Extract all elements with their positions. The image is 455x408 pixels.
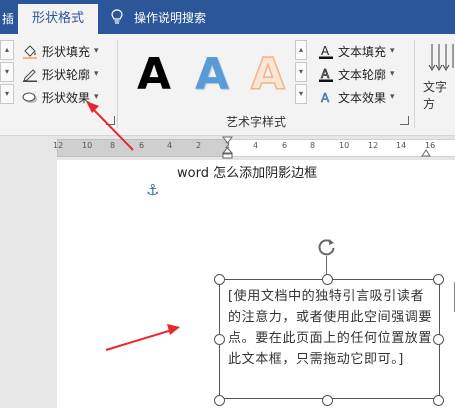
rotation-handle-line xyxy=(326,256,327,275)
lightbulb-icon xyxy=(111,9,123,24)
right-indent-marker[interactable] xyxy=(421,146,431,157)
ruler-tick-label: 12 xyxy=(53,141,64,150)
group-separator xyxy=(414,40,415,128)
wordart-style-black[interactable]: A xyxy=(130,46,178,104)
resize-handle-bottom-center[interactable] xyxy=(322,395,333,406)
group-separator xyxy=(117,40,118,128)
pencil-icon xyxy=(22,66,38,82)
chevron-down-icon: ▾ xyxy=(390,46,395,56)
chevron-down-icon: ▾ xyxy=(390,92,395,102)
ruler-tick-label: 4 xyxy=(253,141,259,150)
text-box-content[interactable]: [使用文档中的独特引言吸引读者的注意力，或者使用此空间强调要点。要在此页面上的任… xyxy=(228,286,434,370)
text-outline-icon: A xyxy=(318,66,334,82)
chevron-down-icon: ▾ xyxy=(94,46,99,56)
ruler-tick-label: 6 xyxy=(139,141,145,150)
anchor-icon[interactable]: ⚓ xyxy=(146,181,159,199)
wordart-style-blue[interactable]: A xyxy=(188,46,236,104)
ribbon-tab-bar: 插 形状格式 操作说明搜索 xyxy=(0,0,455,34)
document-heading: word 怎么添加阴影边框 xyxy=(177,166,318,181)
tell-me-label: 操作说明搜索 xyxy=(134,11,207,25)
ruler-tick-label: 10 xyxy=(339,141,350,150)
gallery-scroll-up[interactable]: ▴ xyxy=(0,40,14,60)
shape-effects-label: 形状效果 xyxy=(42,90,91,105)
tab-tell-me[interactable]: 操作说明搜索 xyxy=(110,9,206,26)
wordart-scroll-down[interactable]: ▾ xyxy=(295,62,307,82)
svg-text:A: A xyxy=(321,67,330,81)
text-outline-button[interactable]: A 文本轮廓 ▾ xyxy=(318,64,395,84)
chevron-down-icon: ▾ xyxy=(94,92,99,102)
ruler-tick-label: 12 xyxy=(368,141,379,150)
shape-styles-dialog-launcher[interactable] xyxy=(106,116,115,125)
resize-handle-middle-right[interactable] xyxy=(433,334,444,345)
resize-handle-middle-left[interactable] xyxy=(214,334,225,345)
ruler-tick-label: 10 xyxy=(82,141,93,150)
svg-text:A: A xyxy=(321,91,330,105)
gallery-more[interactable]: ▾ xyxy=(0,84,14,104)
resize-handle-top-left[interactable] xyxy=(214,274,225,285)
resize-handle-bottom-right[interactable] xyxy=(433,395,444,406)
text-outline-label: 文本轮廓 xyxy=(338,67,387,82)
paint-bucket-icon xyxy=(22,43,38,59)
wordart-scroll-up[interactable]: ▴ xyxy=(295,40,307,60)
shape-outline-button[interactable]: 形状轮廓 ▾ xyxy=(22,64,99,84)
chevron-down-icon: ▾ xyxy=(94,69,99,79)
text-effects-button[interactable]: A 文本效果 ▾ xyxy=(318,87,395,107)
ruler-tick-label: 8 xyxy=(110,141,116,150)
shape-effects-button[interactable]: 形状效果 ▾ xyxy=(22,87,99,107)
shape-effects-icon xyxy=(22,89,38,105)
text-direction-button[interactable]: 文字方 xyxy=(423,78,455,112)
wordart-more[interactable]: ▾ xyxy=(295,84,307,104)
shape-fill-button[interactable]: 形状填充 ▾ xyxy=(22,41,99,61)
shape-outline-label: 形状轮廓 xyxy=(42,67,91,82)
text-fill-button[interactable]: A 文本填充 ▾ xyxy=(318,41,395,61)
tab-insert[interactable]: 插 xyxy=(2,10,14,27)
resize-handle-bottom-left[interactable] xyxy=(214,395,225,406)
tab-shape-format[interactable]: 形状格式 xyxy=(18,4,98,34)
rotate-icon[interactable] xyxy=(317,237,337,257)
resize-handle-top-center[interactable] xyxy=(322,274,333,285)
text-effects-label: 文本效果 xyxy=(338,90,387,105)
text-direction-icon xyxy=(428,42,455,74)
wordart-style-orange[interactable]: A xyxy=(244,46,292,104)
gallery-scroll-down[interactable]: ▾ xyxy=(0,62,14,82)
ruler-tick-label: 4 xyxy=(167,141,173,150)
ruler-tick-label: 2 xyxy=(196,141,202,150)
text-fill-label: 文本填充 xyxy=(338,44,387,59)
ruler-tick-label: 6 xyxy=(282,141,288,150)
svg-text:A: A xyxy=(321,44,330,58)
indent-marker[interactable] xyxy=(221,136,234,159)
resize-handle-top-right[interactable] xyxy=(433,274,444,285)
shape-fill-label: 形状填充 xyxy=(42,44,91,59)
chevron-down-icon: ▾ xyxy=(390,69,395,79)
text-effects-icon: A xyxy=(318,89,334,106)
wordart-styles-dialog-launcher[interactable] xyxy=(400,116,409,125)
text-fill-icon: A xyxy=(318,43,334,59)
ruler-tick-label: 14 xyxy=(396,141,407,150)
ruler-tick-label: 8 xyxy=(310,141,316,150)
wordart-styles-group-label: 艺术字样式 xyxy=(226,115,287,129)
